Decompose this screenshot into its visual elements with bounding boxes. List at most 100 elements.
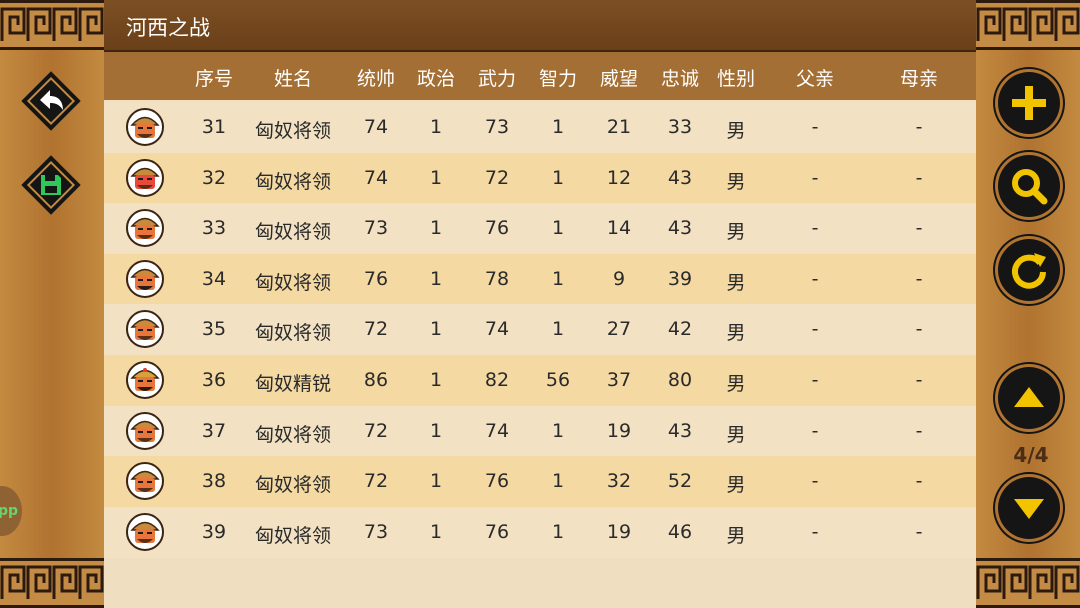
cell-prestige: 9	[612, 267, 626, 290]
table-header: 序号 姓名 统帅 政治 武力 智力 威望 忠诚 性别 父亲 母亲	[104, 52, 976, 100]
fret-ornament	[0, 558, 104, 608]
cell-politics: 1	[429, 116, 443, 138]
cell-intelligence: 1	[551, 520, 565, 543]
cell-politics: 1	[429, 166, 443, 189]
cell-loyalty: 42	[667, 318, 693, 341]
left-sidebar: pp	[0, 0, 104, 608]
table-row[interactable]: 38 匈奴将领 72 1 76 1 32 52 男 - -	[104, 456, 976, 508]
cell-gender: 男	[726, 524, 746, 547]
general-avatar-icon	[126, 512, 164, 551]
table-row[interactable]: 37 匈奴将领 72 1 74 1 19 43 男 - -	[104, 405, 976, 457]
table-row[interactable]: 34 匈奴将领 76 1 78 1 9 39 男 - -	[104, 253, 976, 305]
cell-mother: -	[915, 470, 923, 493]
cell-politics: 1	[429, 267, 443, 290]
cell-father: -	[811, 520, 819, 543]
save-button[interactable]	[18, 152, 84, 218]
cell-name: 匈奴将领	[254, 221, 332, 244]
cell-mother: -	[915, 267, 923, 290]
cell-mother: -	[915, 369, 923, 391]
title-bar: 河西之战	[104, 0, 976, 52]
fret-ornament	[976, 558, 1080, 608]
header-mother[interactable]: 母亲	[900, 64, 938, 91]
cell-force: 73	[484, 116, 510, 138]
header-force[interactable]: 武力	[478, 64, 516, 91]
cell-command: 73	[363, 217, 389, 240]
cell-prestige: 19	[606, 419, 632, 442]
roster-panel: 河西之战 序号 姓名 统帅 政治 武力 智力 威望 忠诚 性别 父亲 母亲 31…	[104, 0, 976, 608]
overlay-badge[interactable]: pp	[0, 486, 22, 536]
cell-name: 匈奴将领	[254, 170, 332, 193]
cell-mother: -	[915, 166, 923, 189]
table-row[interactable]: 35 匈奴将领 72 1 74 1 27 42 男 - -	[104, 304, 976, 356]
cell-id: 37	[201, 419, 227, 442]
scroll-down-icon	[1014, 499, 1044, 519]
plus-icon	[1012, 86, 1046, 120]
cell-name: 匈奴精锐	[254, 373, 332, 395]
cell-command: 86	[363, 369, 389, 391]
header-name[interactable]: 姓名	[274, 64, 312, 91]
cell-gender: 男	[726, 221, 746, 244]
cell-name: 匈奴将领	[254, 524, 332, 547]
cell-loyalty: 39	[667, 267, 693, 290]
cell-force: 76	[484, 470, 510, 493]
cell-id: 36	[201, 369, 227, 391]
cell-command: 74	[363, 116, 389, 138]
header-loyalty[interactable]: 忠诚	[661, 64, 699, 91]
cell-politics: 1	[429, 369, 443, 391]
table-row[interactable]: 32 匈奴将领 74 1 72 1 12 43 男 - -	[104, 152, 976, 204]
cell-gender: 男	[726, 322, 746, 345]
cell-intelligence: 1	[551, 116, 565, 138]
table-row[interactable]: 31 匈奴将领 74 1 73 1 21 33 男 - -	[104, 102, 976, 153]
cell-prestige: 14	[606, 217, 632, 240]
cell-prestige: 32	[606, 470, 632, 493]
header-intelligence[interactable]: 智力	[539, 64, 577, 91]
save-disk-icon	[21, 155, 81, 215]
scroll-up-icon	[1014, 387, 1044, 407]
cell-father: -	[811, 470, 819, 493]
refresh-button[interactable]	[998, 239, 1060, 301]
cell-force: 82	[484, 369, 510, 391]
table-row[interactable]: 39 匈奴将领 73 1 76 1 19 46 男 - -	[104, 506, 976, 558]
scroll-down-button[interactable]	[998, 477, 1060, 539]
table-row[interactable]: 36 匈奴精锐 86 1 82 56 37 80 男 - -	[104, 355, 976, 406]
cell-command: 72	[363, 419, 389, 442]
back-button[interactable]	[18, 68, 84, 134]
cell-politics: 1	[429, 217, 443, 240]
cell-force: 72	[484, 166, 510, 189]
cell-politics: 1	[429, 318, 443, 341]
cell-intelligence: 1	[551, 166, 565, 189]
cell-intelligence: 1	[551, 419, 565, 442]
cell-command: 72	[363, 318, 389, 341]
general-avatar-icon	[126, 310, 164, 349]
cell-father: -	[811, 267, 819, 290]
cell-command: 74	[363, 166, 389, 189]
add-button[interactable]	[998, 72, 1060, 134]
cell-loyalty: 52	[667, 470, 693, 493]
page-title: 河西之战	[126, 16, 210, 40]
header-politics[interactable]: 政治	[417, 64, 455, 91]
cell-loyalty: 46	[667, 520, 693, 543]
cell-loyalty: 43	[667, 419, 693, 442]
scroll-up-button[interactable]	[998, 367, 1060, 429]
cell-intelligence: 1	[551, 318, 565, 341]
header-gender[interactable]: 性别	[717, 64, 755, 91]
cell-intelligence: 56	[545, 369, 571, 391]
header-command[interactable]: 统帅	[357, 64, 395, 91]
cell-father: -	[811, 166, 819, 189]
cell-politics: 1	[429, 419, 443, 442]
page-indicator: 4/4	[1013, 443, 1049, 467]
table-row[interactable]: 33 匈奴将领 73 1 76 1 14 43 男 - -	[104, 203, 976, 255]
cell-loyalty: 80	[667, 369, 693, 391]
cell-mother: -	[915, 318, 923, 341]
cell-father: -	[811, 116, 819, 138]
general-avatar-icon	[126, 108, 164, 146]
angry-general-avatar-icon	[126, 158, 164, 197]
cell-father: -	[811, 318, 819, 341]
cell-prestige: 21	[606, 116, 632, 138]
header-father[interactable]: 父亲	[796, 64, 834, 91]
cell-gender: 男	[726, 423, 746, 446]
header-id[interactable]: 序号	[195, 64, 233, 91]
header-prestige[interactable]: 威望	[600, 64, 638, 91]
cell-prestige: 19	[606, 520, 632, 543]
search-button[interactable]	[998, 155, 1060, 217]
